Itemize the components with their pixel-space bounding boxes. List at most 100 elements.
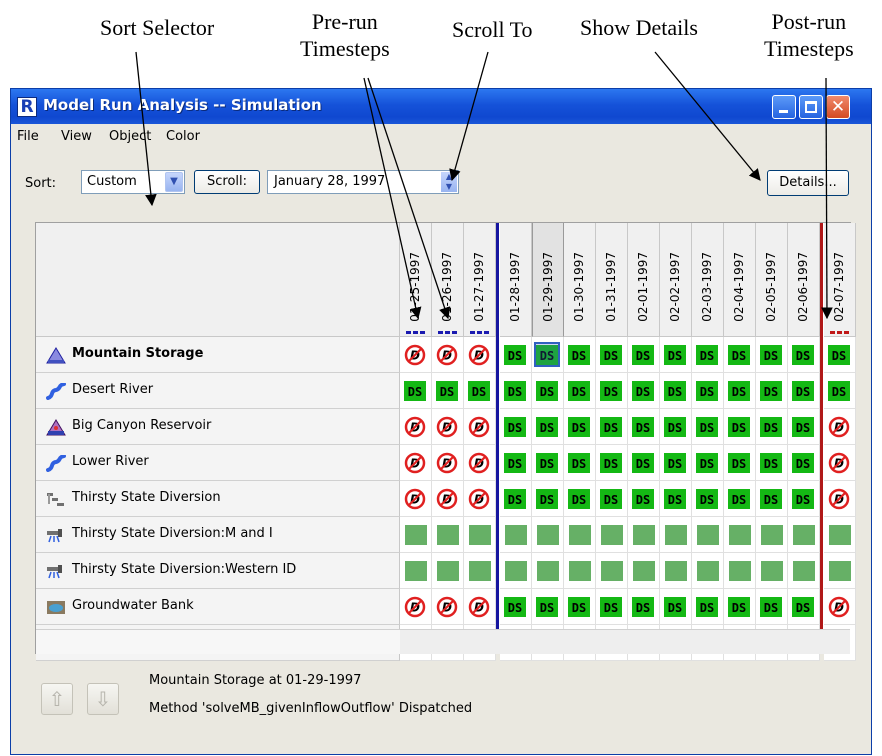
timestep-cell[interactable]: DS [788,445,820,481]
timestep-cell[interactable]: DS [564,337,596,373]
timestep-cell[interactable]: DS [500,337,532,373]
timestep-cell[interactable]: DS [660,481,692,517]
timestep-cell[interactable]: DS [660,373,692,409]
timestep-cell[interactable]: D [824,481,856,517]
timestep-cell[interactable]: DS [660,445,692,481]
previous-button[interactable]: ⇧ [41,683,73,715]
date-column-header[interactable]: 02-06-1997 [788,223,820,337]
close-button[interactable]: ✕ [826,95,850,119]
timestep-cell[interactable]: DS [788,337,820,373]
timestep-cell[interactable] [464,553,496,589]
timestep-cell[interactable]: DS [596,337,628,373]
timestep-cell[interactable]: DS [756,589,788,625]
date-column-header[interactable]: 02-03-1997 [692,223,724,337]
timestep-cell[interactable] [660,553,692,589]
timestep-cell[interactable] [500,517,532,553]
sort-selector[interactable]: Custom ▼ [81,170,185,194]
timestep-cell[interactable] [532,553,564,589]
timestep-cell[interactable]: D [432,409,464,445]
timestep-cell[interactable]: D [400,409,432,445]
timestep-cell[interactable]: D [824,589,856,625]
timestep-cell[interactable]: DS [692,409,724,445]
date-column-header[interactable]: 01-25-1997 [400,223,432,337]
timestep-cell[interactable]: DS [692,589,724,625]
timestep-cell[interactable] [400,517,432,553]
timestep-cell[interactable] [532,517,564,553]
object-row-header[interactable]: Lower River [36,445,400,481]
timestep-cell[interactable]: DS [724,373,756,409]
timestep-cell[interactable]: D [432,337,464,373]
object-row-header[interactable]: Mountain Storage [36,337,400,373]
timestep-cell[interactable]: D [464,409,496,445]
timestep-cell[interactable]: DS [400,373,432,409]
timestep-cell[interactable] [824,553,856,589]
date-column-header[interactable]: 01-27-1997 [464,223,496,337]
timestep-cell[interactable]: D [464,337,496,373]
title-bar[interactable]: R Model Run Analysis -- Simulation ✕ [11,89,871,124]
timestep-cell[interactable]: DS [660,337,692,373]
timestep-cell[interactable]: DS [692,337,724,373]
timestep-cell[interactable] [464,517,496,553]
timestep-cell[interactable]: D [464,481,496,517]
timestep-cell[interactable]: DS [596,481,628,517]
timestep-cell[interactable]: DS [564,409,596,445]
scroll-button[interactable]: Scroll: [194,170,260,194]
date-column-header[interactable]: 02-02-1997 [660,223,692,337]
object-row-header[interactable]: Thirsty State Diversion:M and I [36,517,400,553]
timestep-cell[interactable]: D [824,409,856,445]
timestep-cell[interactable]: DS [824,337,856,373]
timestep-cell[interactable]: D [432,589,464,625]
timestep-cell[interactable]: DS [564,589,596,625]
object-row-header[interactable]: Groundwater Bank [36,589,400,625]
object-row-header[interactable]: Thirsty State Diversion:Western ID [36,553,400,589]
timestep-cell[interactable]: DS [724,445,756,481]
timestep-cell[interactable] [824,517,856,553]
timestep-cell[interactable]: DS [532,589,564,625]
timestep-cell[interactable]: D [400,481,432,517]
next-button[interactable]: ⇩ [87,683,119,715]
maximize-button[interactable] [799,95,823,119]
timestep-cell[interactable]: DS [432,373,464,409]
timestep-cell[interactable]: DS [564,373,596,409]
timestep-cell[interactable] [500,553,532,589]
timestep-cell[interactable]: DS [756,445,788,481]
timestep-cell[interactable]: DS [464,373,496,409]
timestep-cell[interactable] [756,517,788,553]
timestep-cell[interactable] [432,517,464,553]
object-row-header[interactable]: Desert River [36,373,400,409]
timestep-cell[interactable]: DS [628,373,660,409]
timestep-cell[interactable]: D [400,589,432,625]
timestep-cell[interactable]: D [400,445,432,481]
date-column-header[interactable]: 02-05-1997 [756,223,788,337]
timestep-cell[interactable]: D [432,481,464,517]
timestep-cell[interactable]: DS [628,337,660,373]
timestep-cell[interactable] [628,553,660,589]
timestep-cell[interactable] [660,517,692,553]
timestep-cell[interactable]: DS [532,409,564,445]
timestep-cell[interactable] [692,517,724,553]
timestep-cell[interactable]: DS [500,409,532,445]
timestep-cell[interactable]: DS [692,373,724,409]
timestep-cell[interactable] [564,553,596,589]
date-column-header[interactable]: 01-28-1997 [500,223,532,337]
timestep-cell[interactable]: DS [756,373,788,409]
timestep-cell[interactable]: DS [756,481,788,517]
timestep-cell[interactable]: DS [564,445,596,481]
timestep-cell[interactable]: DS [628,589,660,625]
timestep-cell[interactable] [724,553,756,589]
timestep-cell[interactable]: DS [596,589,628,625]
timestep-cell[interactable]: DS [788,481,820,517]
timestep-cell[interactable]: DS [788,409,820,445]
object-row-header[interactable]: Thirsty State Diversion [36,481,400,517]
menu-object[interactable]: Object [109,129,151,144]
timestep-cell[interactable]: DS [564,481,596,517]
object-row-header[interactable]: Big Canyon Reservoir [36,409,400,445]
date-column-header[interactable]: 01-29-1997 [532,223,564,337]
timestep-cell[interactable]: DS [628,481,660,517]
date-column-header[interactable]: 02-04-1997 [724,223,756,337]
date-column-header[interactable]: 01-26-1997 [432,223,464,337]
minimize-button[interactable] [772,95,796,119]
date-column-header[interactable]: 01-30-1997 [564,223,596,337]
date-column-header[interactable]: 02-07-1997 [824,223,856,337]
timestep-cell[interactable] [724,517,756,553]
